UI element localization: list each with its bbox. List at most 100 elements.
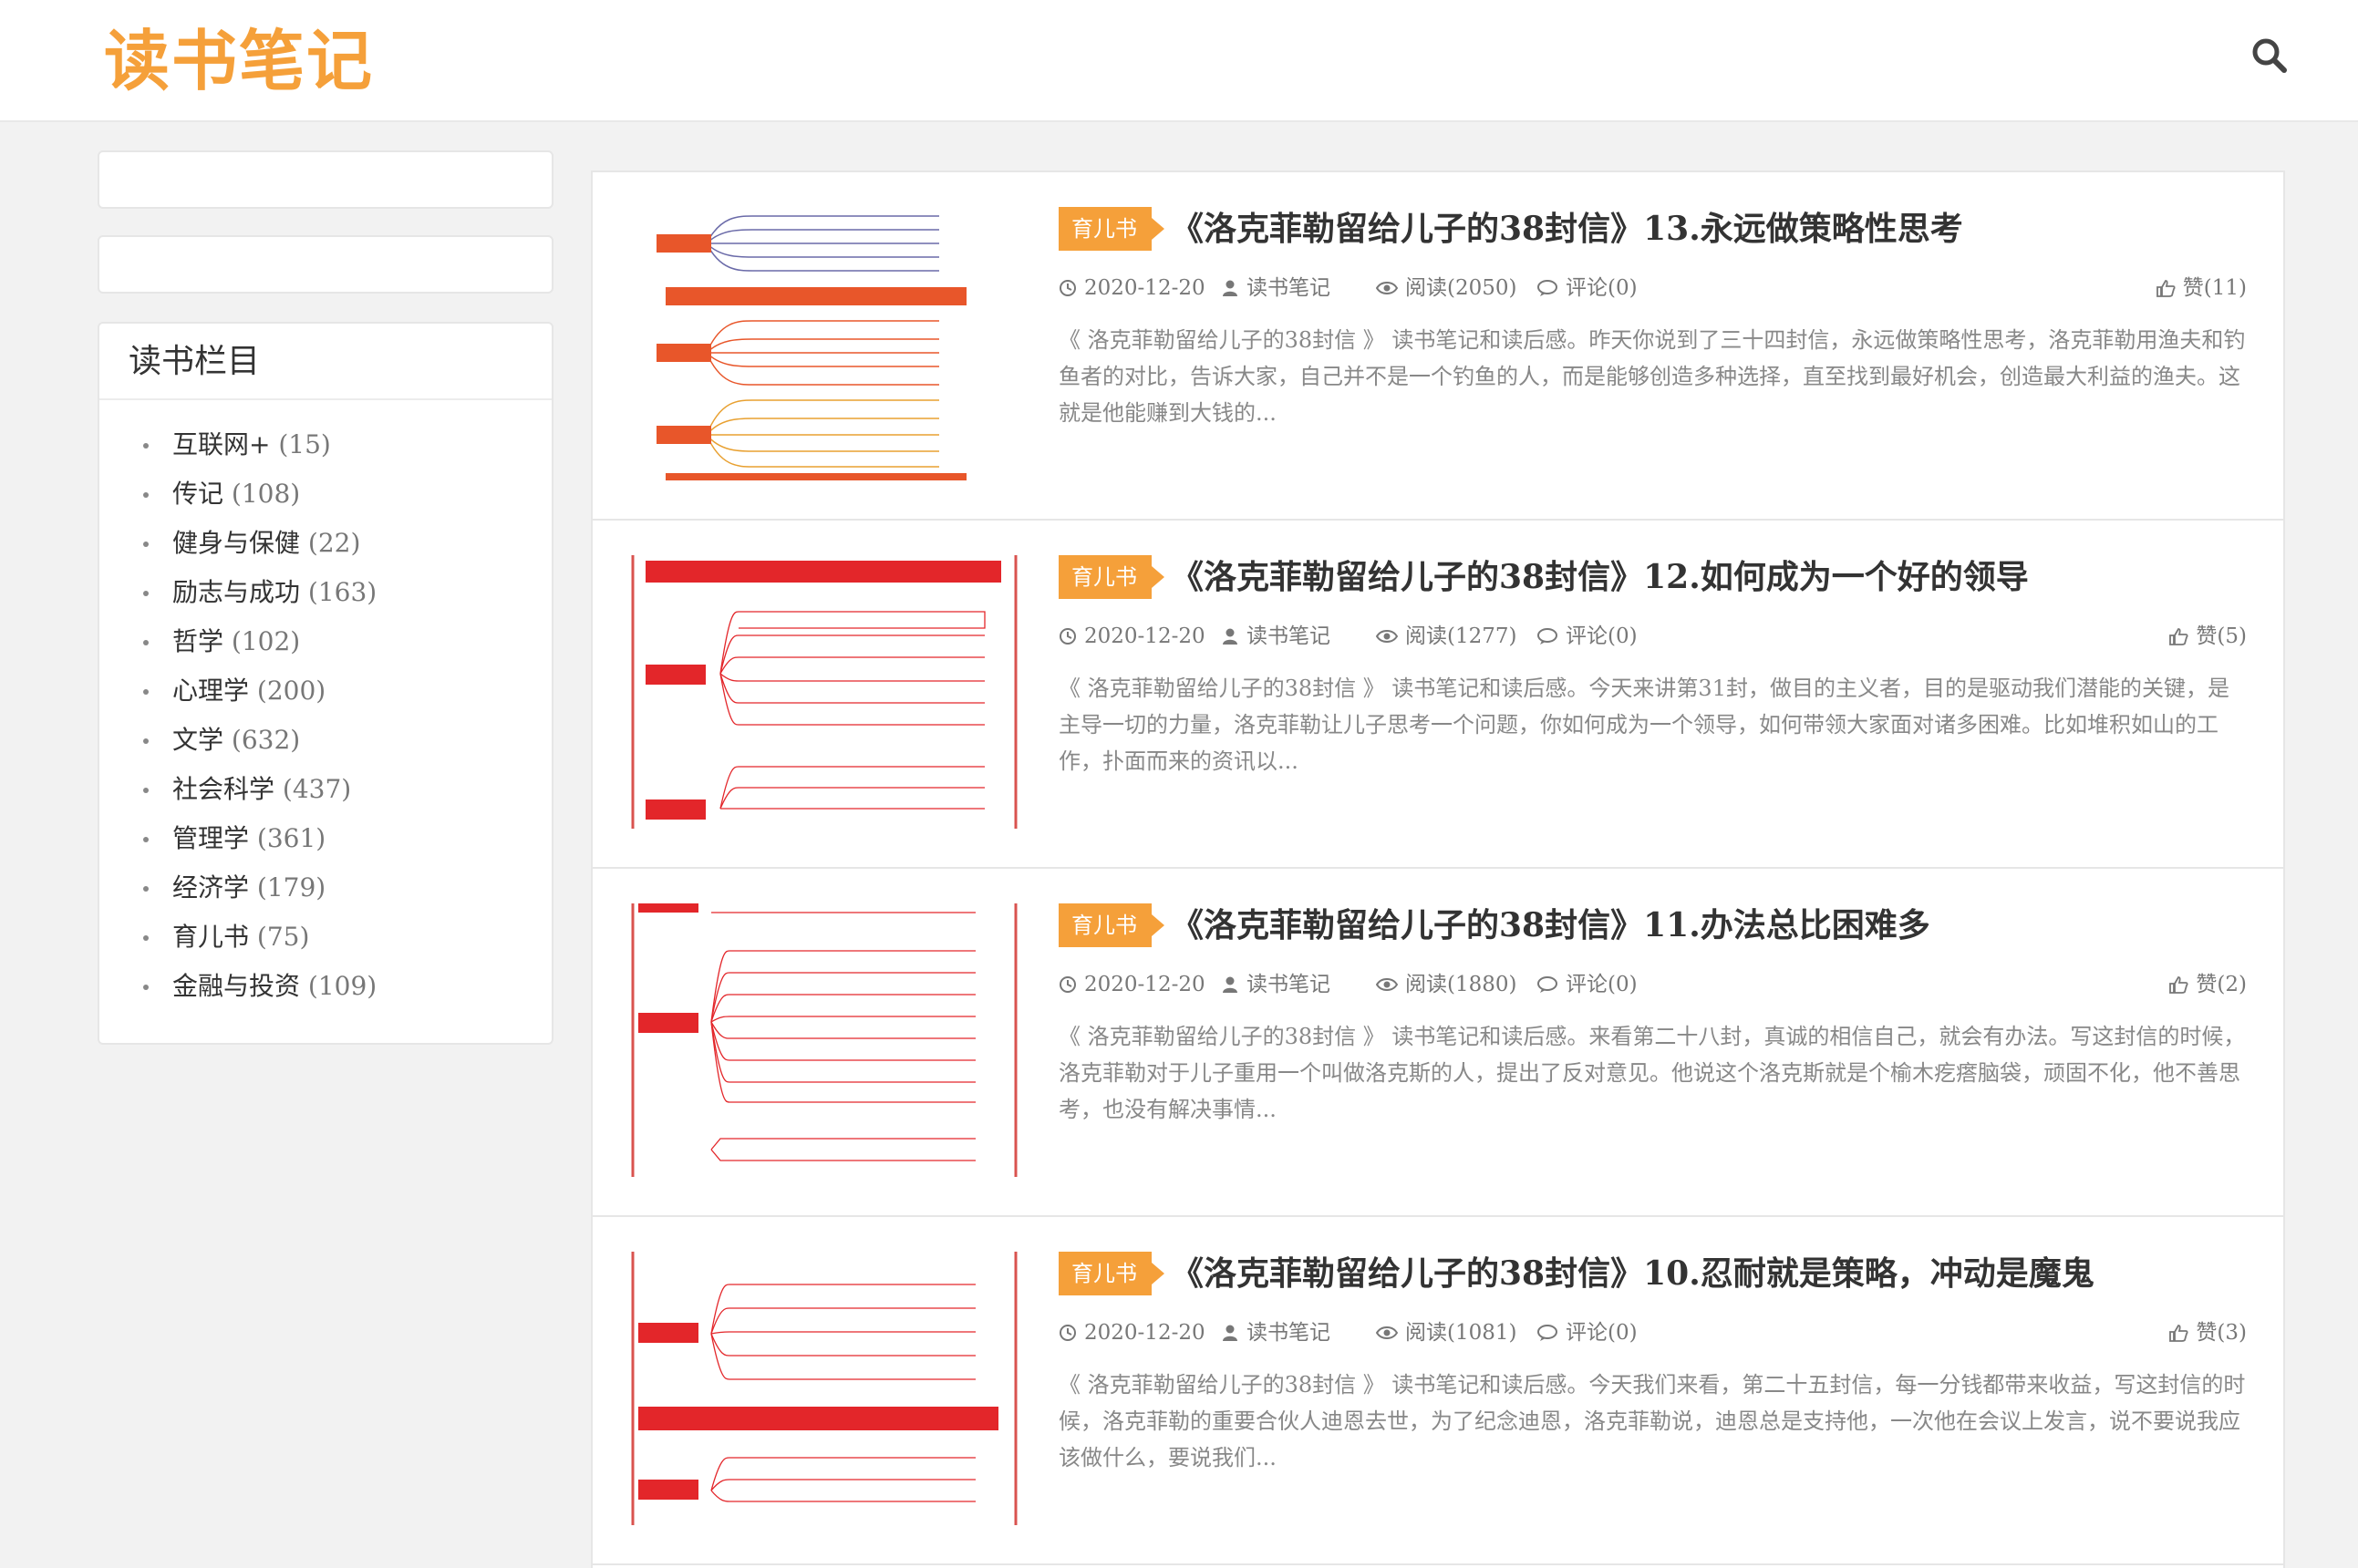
post-views: 阅读(2050) [1375,273,1516,304]
eye-icon [1375,282,1399,294]
category-name[interactable]: 金融与投资 [172,971,300,1001]
clock-icon [1060,280,1076,296]
category-name[interactable]: 文学 [172,725,223,755]
category-count: (75) [256,922,310,952]
category-name[interactable]: 心理学 [172,676,249,706]
post-category-badge[interactable]: 育儿书 [1059,903,1164,947]
category-item[interactable]: 励志与成功 (163) [136,568,552,617]
category-count: (22) [307,528,361,558]
thumbs-up-icon [2169,628,2188,645]
post-author[interactable]: 读书笔记 [1221,1317,1330,1348]
post-likes[interactable]: 赞(11) [2156,273,2247,304]
post-likes[interactable]: 赞(5) [2168,621,2247,652]
category-item[interactable]: 文学 (632) [136,716,552,765]
clock-icon [1060,976,1076,993]
post-author[interactable]: 读书笔记 [1221,273,1330,304]
category-item[interactable]: 育儿书 (75) [136,913,552,962]
category-item[interactable]: 管理学 (361) [136,814,552,863]
post-category-badge[interactable]: 育儿书 [1059,207,1164,251]
post-excerpt: 《 洛克菲勒留给儿子的38封信 》 读书笔记和读后感。今天来讲第31封，做目的主… [1059,676,2229,774]
post-meta: 2020-12-20 读书笔记 阅读(1277) 评论(0) 赞(5) [1059,621,2247,652]
thumbs-up-icon [2169,976,2188,994]
category-item[interactable]: 互联网+ (15) [136,420,552,469]
post-likes[interactable]: 赞(2) [2168,969,2247,1000]
category-name[interactable]: 经济学 [172,872,249,903]
category-count: (15) [278,429,331,459]
category-item[interactable]: 哲学 (102) [136,617,552,666]
clock-icon [1060,628,1076,645]
eye-icon [1375,1326,1399,1339]
thumbs-up-icon [2156,280,2176,297]
post-meta: 2020-12-20 读书笔记 阅读(2050) 评论(0) 赞(11) [1059,273,2247,304]
category-name[interactable]: 育儿书 [172,922,249,952]
category-count: (437) [282,774,352,804]
category-widget: 读书栏目 互联网+ (15) 传记 (108) 健身与保健 (22) 励志与成功… [98,322,553,1045]
post-thumbnail[interactable] [629,1252,1021,1525]
eye-icon [1375,978,1399,991]
post-thumbnail[interactable] [629,555,1021,829]
category-item[interactable]: 健身与保健 (22) [136,519,552,568]
user-icon [1223,1325,1237,1341]
category-name[interactable]: 哲学 [172,626,223,656]
post-date: 2020-12-20 [1059,273,1205,304]
category-name[interactable]: 传记 [172,479,223,509]
site-header: 读书笔记 [0,0,2358,122]
category-list: 互联网+ (15) 传记 (108) 健身与保健 (22) 励志与成功 (163… [99,400,552,1011]
search-icon[interactable] [2250,36,2289,75]
post-title[interactable]: 《洛克菲勒留给儿子的38封信》13.永远做策略性思考 [1171,201,2247,256]
post-thumbnail[interactable] [629,903,1021,1177]
clock-icon [1060,1325,1076,1341]
post-date: 2020-12-20 [1059,969,1205,1000]
category-item[interactable]: 金融与投资 (109) [136,962,552,1011]
category-item[interactable]: 心理学 (200) [136,666,552,716]
comment-icon [1537,280,1557,296]
post-comments[interactable]: 评论(0) [1536,273,1638,304]
category-name[interactable]: 管理学 [172,823,249,853]
post-item: 育儿书 《洛克菲勒留给儿子的38封信》13.永远做策略性思考 2020-12-2… [593,172,2283,521]
post-item: 育儿书 《洛克菲勒留给儿子的38封信》11.办法总比困难多 2020-12-20… [593,869,2283,1217]
post-title[interactable]: 《洛克菲勒留给儿子的38封信》12.如何成为一个好的领导 [1171,550,2247,604]
comment-icon [1537,628,1557,645]
post-author[interactable]: 读书笔记 [1221,969,1330,1000]
post-likes[interactable]: 赞(3) [2168,1317,2247,1348]
post-author[interactable]: 读书笔记 [1221,621,1330,652]
post-meta: 2020-12-20 读书笔记 阅读(1880) 评论(0) 赞(2) [1059,969,2247,1000]
post-meta: 2020-12-20 读书笔记 阅读(1081) 评论(0) 赞(3) [1059,1317,2247,1348]
category-name[interactable]: 社会科学 [172,774,274,804]
post-views: 阅读(1081) [1375,1317,1516,1348]
category-name[interactable]: 健身与保健 [172,528,300,558]
eye-icon [1375,630,1399,643]
category-count: (163) [307,577,377,607]
post-title[interactable]: 《洛克菲勒留给儿子的38封信》11.办法总比困难多 [1171,898,2247,953]
post-date: 2020-12-20 [1059,1317,1205,1348]
category-count: (179) [256,872,326,903]
post-excerpt: 《 洛克菲勒留给儿子的38封信 》 读书笔记和读后感。今天我们来看，第二十五封信… [1059,1372,2246,1470]
category-name[interactable]: 励志与成功 [172,577,300,607]
post-views: 阅读(1277) [1375,621,1516,652]
category-count: (361) [256,823,326,853]
user-icon [1223,976,1237,993]
post-date: 2020-12-20 [1059,621,1205,652]
category-count: (200) [256,676,326,706]
category-count: (108) [231,479,301,509]
category-item[interactable]: 传记 (108) [136,469,552,519]
category-count: (102) [231,626,301,656]
site-logo[interactable]: 读书笔记 [104,20,374,102]
post-comments[interactable]: 评论(0) [1536,621,1638,652]
post-category-badge[interactable]: 育儿书 [1059,555,1164,599]
user-icon [1223,280,1237,296]
post-excerpt: 《 洛克菲勒留给儿子的38封信 》 读书笔记和读后感。来看第二十八封，真诚的相信… [1059,1024,2246,1122]
category-item[interactable]: 经济学 (179) [136,863,552,913]
category-name[interactable]: 互联网+ [172,429,270,459]
post-item: 育儿书 《洛克菲勒留给儿子的38封信》12.如何成为一个好的领导 2020-12… [593,521,2283,869]
post-item: 育儿书 《洛克菲勒留给儿子的38封信》10.忍耐就是策略，冲动是魔鬼 2020-… [593,1217,2283,1565]
post-comments[interactable]: 评论(0) [1536,969,1638,1000]
post-views: 阅读(1880) [1375,969,1516,1000]
post-category-badge[interactable]: 育儿书 [1059,1252,1164,1295]
post-thumbnail[interactable] [629,207,1021,480]
category-widget-title: 读书栏目 [99,324,552,400]
post-comments[interactable]: 评论(0) [1536,1317,1638,1348]
post-title[interactable]: 《洛克菲勒留给儿子的38封信》10.忍耐就是策略，冲动是魔鬼 [1171,1246,2247,1301]
category-item[interactable]: 社会科学 (437) [136,765,552,814]
sidebar-widget-empty [98,150,553,209]
